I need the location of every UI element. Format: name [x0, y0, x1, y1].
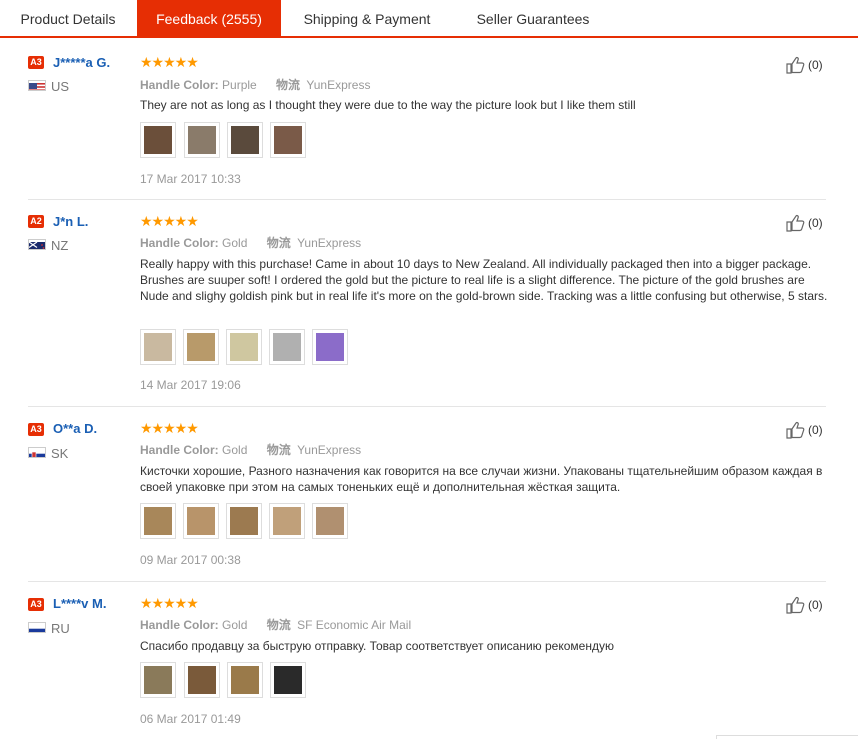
handle-color-label: Handle Color: — [140, 236, 219, 250]
review-date: 09 Mar 2017 00:38 — [140, 553, 241, 567]
review-text: Really happy with this purchase! Came in… — [140, 257, 828, 303]
tab-feedback[interactable]: Feedback (2555) — [137, 0, 281, 38]
review-photo-thumb[interactable] — [226, 503, 262, 539]
review-photo-thumb[interactable] — [312, 503, 348, 539]
logistics-label: 物流 — [266, 618, 291, 632]
review-photo-thumb[interactable] — [227, 122, 263, 158]
floating-bar-edge — [716, 735, 858, 739]
review-divider — [28, 199, 826, 200]
logistics-label: 物流 — [276, 78, 301, 92]
sk-flag-icon — [28, 447, 46, 458]
logistics-value: YunExpress — [306, 78, 371, 92]
nz-flag-icon — [28, 239, 46, 250]
helpful-count: (0) — [808, 58, 823, 72]
review-divider — [28, 406, 826, 407]
handle-color-label: Handle Color: — [140, 618, 219, 632]
helpful-button[interactable]: (0) — [786, 56, 830, 74]
helpful-button[interactable]: (0) — [786, 596, 830, 614]
review-attributes: Handle Color: Gold 物流 SF Economic Air Ma… — [140, 616, 411, 633]
review-attributes: Handle Color: Purple 物流 YunExpress — [140, 76, 370, 93]
review-text: Спасибо продавцу за быструю отправку. То… — [140, 639, 614, 653]
star-rating: ★★★★★ — [140, 595, 199, 611]
thumbs-up-icon — [786, 57, 805, 74]
review-attributes: Handle Color: Gold 物流 YunExpress — [140, 234, 361, 251]
handle-color-value: Purple — [222, 78, 257, 92]
review-photo-thumb[interactable] — [183, 329, 219, 365]
review-photo-thumb[interactable] — [184, 122, 220, 158]
logistics-label: 物流 — [266, 443, 291, 457]
reviewer-country: US — [51, 79, 70, 94]
star-rating: ★★★★★ — [140, 213, 199, 229]
review-photo-thumb[interactable] — [270, 122, 306, 158]
review-photo-thumb[interactable] — [140, 122, 176, 158]
review-photo-thumb[interactable] — [226, 329, 262, 365]
review-photo-thumb[interactable] — [269, 503, 305, 539]
review-photo-thumb[interactable] — [183, 503, 219, 539]
handle-color-label: Handle Color: — [140, 78, 219, 92]
star-rating: ★★★★★ — [140, 420, 199, 436]
review-photos — [140, 662, 310, 698]
handle-color-value: Gold — [222, 443, 248, 457]
helpful-button[interactable]: (0) — [786, 421, 830, 439]
buyer-level-badge: A3 — [28, 423, 44, 436]
helpful-count: (0) — [808, 423, 823, 437]
review-photos — [140, 503, 350, 539]
review-photos — [140, 122, 310, 158]
review-date: 06 Mar 2017 01:49 — [140, 712, 241, 726]
reviewer-country: SK — [51, 446, 69, 461]
logistics-label: 物流 — [266, 236, 291, 250]
us-flag-icon — [28, 80, 46, 91]
buyer-level-badge: A3 — [28, 56, 44, 69]
review-photo-thumb[interactable] — [140, 503, 176, 539]
review-photo-thumb[interactable] — [312, 329, 348, 365]
star-rating: ★★★★★ — [140, 54, 199, 70]
review-photo-thumb[interactable] — [140, 662, 176, 698]
review-text: Кисточки хорошие, Разного назначения как… — [140, 464, 823, 494]
review-photo-thumb[interactable] — [227, 662, 263, 698]
buyer-level-badge: A2 — [28, 215, 44, 228]
review-attributes: Handle Color: Gold 物流 YunExpress — [140, 441, 361, 458]
review-photo-thumb[interactable] — [140, 329, 176, 365]
tab-seller-guarantees[interactable]: Seller Guarantees — [453, 0, 613, 38]
thumbs-up-icon — [786, 215, 805, 232]
reviewer-country: RU — [51, 621, 70, 636]
reviewer-name: J*n L. — [53, 214, 89, 229]
reviewer-country: NZ — [51, 238, 69, 253]
helpful-count: (0) — [808, 598, 823, 612]
ru-flag-icon — [28, 622, 46, 633]
logistics-value: YunExpress — [297, 236, 362, 250]
reviewer-name: O**a D. — [53, 421, 98, 436]
review-date: 14 Mar 2017 19:06 — [140, 378, 241, 392]
buyer-level-badge: A3 — [28, 598, 44, 611]
review-photo-thumb[interactable] — [270, 662, 306, 698]
logistics-value: SF Economic Air Mail — [297, 618, 412, 632]
tab-product-details[interactable]: Product Details — [0, 0, 136, 38]
review-date: 17 Mar 2017 10:33 — [140, 172, 241, 186]
review-photo-thumb[interactable] — [184, 662, 220, 698]
feedback-tab-bar: Product Details Feedback (2555) Shipping… — [0, 0, 858, 38]
review-photos — [140, 329, 350, 365]
handle-color-value: Gold — [222, 618, 248, 632]
review-text: They are not as long as I thought they w… — [140, 98, 636, 112]
tab-shipping-payment[interactable]: Shipping & Payment — [281, 0, 453, 38]
handle-color-value: Gold — [222, 236, 248, 250]
reviewer-name: J*****a G. — [53, 55, 111, 70]
thumbs-up-icon — [786, 422, 805, 439]
thumbs-up-icon — [786, 597, 805, 614]
helpful-button[interactable]: (0) — [786, 214, 830, 232]
review-divider — [28, 581, 826, 582]
review-photo-thumb[interactable] — [269, 329, 305, 365]
helpful-count: (0) — [808, 216, 823, 230]
handle-color-label: Handle Color: — [140, 443, 219, 457]
logistics-value: YunExpress — [297, 443, 362, 457]
reviewer-name: L****v M. — [53, 596, 107, 611]
